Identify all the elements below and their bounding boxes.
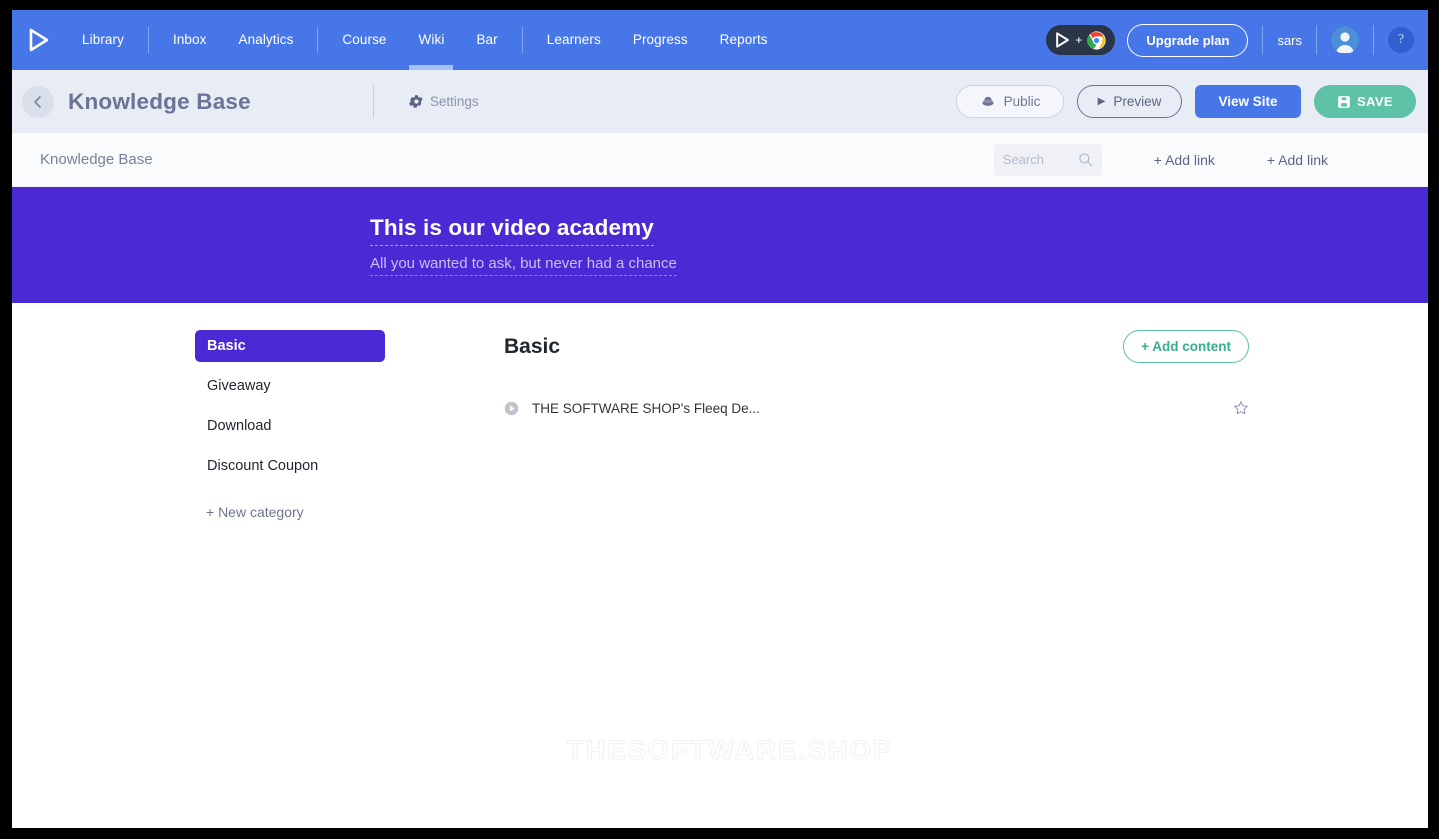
top-navigation-bar: Library Inbox Analytics Course Wiki Bar … <box>12 10 1428 70</box>
nav-item-library[interactable]: Library <box>66 10 140 70</box>
nav-item-bar[interactable]: Bar <box>460 10 513 70</box>
back-button[interactable] <box>22 85 54 118</box>
play-triangle-icon <box>1056 32 1070 48</box>
top-navigation-right: + Upgrade plan sars ? <box>1046 10 1428 70</box>
save-label: SAVE <box>1356 94 1394 109</box>
content-title: Basic <box>504 334 561 358</box>
search-input[interactable] <box>1002 152 1067 167</box>
globe-icon <box>982 96 994 106</box>
site-header-right: + Add link + Add link <box>993 143 1428 176</box>
sidebar-item-giveaway[interactable]: Giveaway <box>195 370 385 402</box>
main-content-area: Basic Giveaway Download Discount Coupon … <box>12 303 1428 828</box>
plus-sign: + <box>1075 33 1083 47</box>
category-sidebar: Basic Giveaway Download Discount Coupon … <box>195 330 385 828</box>
nav-item-inbox[interactable]: Inbox <box>157 10 223 70</box>
subheader-actions: Public ▶ Preview View Site SAVE <box>956 85 1428 118</box>
hero-banner: This is our video academy All you wanted… <box>12 187 1428 303</box>
scrollbar-track[interactable] <box>1419 303 1428 828</box>
search-box[interactable] <box>993 143 1102 176</box>
add-content-button[interactable]: + Add content <box>1123 330 1249 363</box>
sidebar-item-basic[interactable]: Basic <box>195 330 385 362</box>
username-label: sars <box>1277 32 1302 48</box>
preview-label: Preview <box>1113 94 1162 109</box>
app-window: Library Inbox Analytics Course Wiki Bar … <box>12 10 1428 828</box>
hero-subtitle[interactable]: All you wanted to ask, but never had a c… <box>370 255 677 276</box>
sidebar-item-download[interactable]: Download <box>195 410 385 442</box>
page-subheader: Knowledge Base Settings Public ▶ Preview <box>12 70 1428 133</box>
app-logo[interactable] <box>12 10 66 70</box>
play-triangle-icon: ▶ <box>1097 96 1106 107</box>
new-category-button[interactable]: + New category <box>195 504 385 520</box>
save-button[interactable]: SAVE <box>1314 85 1416 118</box>
play-circle-icon <box>504 401 519 415</box>
sidebar-item-discount-coupon[interactable]: Discount Coupon <box>195 450 385 482</box>
nav-divider <box>1316 25 1317 55</box>
nav-item-analytics[interactable]: Analytics <box>223 10 310 70</box>
page-title: Knowledge Base <box>68 88 251 114</box>
content-header: Basic + Add content <box>504 330 1249 363</box>
chevron-left-icon <box>34 95 41 108</box>
star-outline-icon[interactable] <box>1233 400 1249 416</box>
nav-divider <box>317 27 319 53</box>
play-triangle-logo <box>29 28 49 52</box>
view-site-button[interactable]: View Site <box>1195 85 1301 118</box>
list-item[interactable]: THE SOFTWARE SHOP's Fleeq De... <box>504 393 1249 423</box>
nav-item-course[interactable]: Course <box>326 10 402 70</box>
browser-extension-badge[interactable]: + <box>1046 25 1116 55</box>
public-label: Public <box>1003 94 1041 109</box>
nav-item-learners[interactable]: Learners <box>531 10 617 70</box>
settings-button[interactable]: Settings <box>408 94 479 109</box>
site-name-label: Knowledge Base <box>40 151 153 168</box>
nav-items: Library Inbox Analytics Course Wiki Bar … <box>66 10 784 70</box>
add-link-button-2[interactable]: + Add link <box>1267 152 1328 168</box>
nav-divider <box>147 27 149 53</box>
floppy-disk-icon <box>1338 95 1350 108</box>
chrome-icon <box>1087 30 1106 50</box>
nav-divider <box>1373 25 1374 55</box>
settings-label: Settings <box>429 94 479 109</box>
nav-item-progress[interactable]: Progress <box>617 10 704 70</box>
watermark: THESOFTWARE.SHOP <box>566 735 894 766</box>
hero-title[interactable]: This is our video academy <box>370 215 654 246</box>
site-header-bar: Knowledge Base + Add link + Add link <box>12 133 1428 187</box>
nav-divider <box>1262 25 1264 55</box>
visibility-public-button[interactable]: Public <box>956 85 1064 118</box>
gear-icon <box>408 95 423 108</box>
nav-divider <box>521 27 523 53</box>
user-avatar-icon <box>1331 26 1359 54</box>
search-icon <box>1079 153 1092 167</box>
subheader-divider <box>372 85 374 118</box>
avatar[interactable] <box>1331 26 1359 54</box>
nav-item-reports[interactable]: Reports <box>704 10 784 70</box>
preview-button[interactable]: ▶ Preview <box>1077 85 1182 118</box>
list-item-label: THE SOFTWARE SHOP's Fleeq De... <box>532 400 760 416</box>
nav-item-wiki[interactable]: Wiki <box>403 10 461 70</box>
content-list: THE SOFTWARE SHOP's Fleeq De... <box>504 393 1249 423</box>
help-button[interactable]: ? <box>1388 27 1414 53</box>
add-link-button-1[interactable]: + Add link <box>1154 152 1215 168</box>
upgrade-plan-button[interactable]: Upgrade plan <box>1127 23 1249 57</box>
